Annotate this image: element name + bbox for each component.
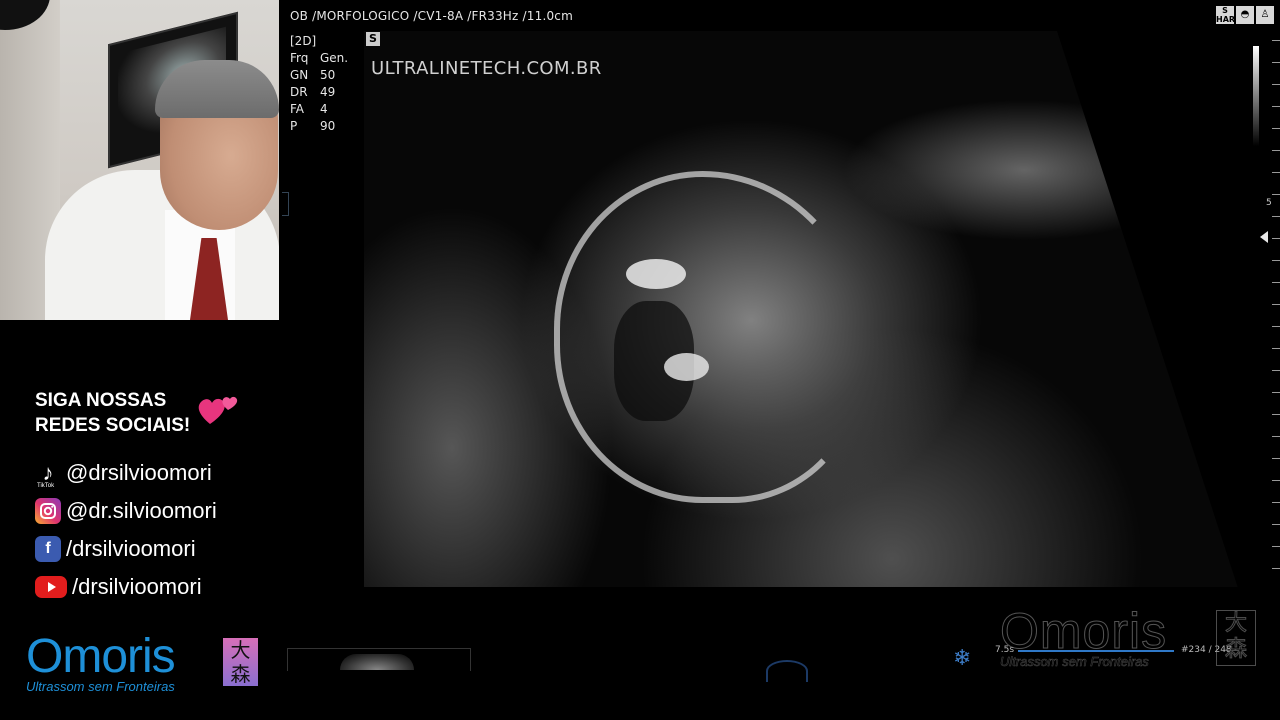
omoris-watermark-logo: Omoris 大森 Ultrassom sem Fronteiras <box>999 603 1260 672</box>
param-row: P 90 <box>290 119 336 133</box>
facebook-handle: /drsilvioomori <box>66 536 196 561</box>
instagram-icon <box>35 498 61 524</box>
harmonic-icon: S HAR <box>1216 6 1236 24</box>
tiktok-handle: @drsilvioomori <box>66 460 212 485</box>
instagram-link[interactable]: @dr.silvioomori <box>35 496 217 526</box>
logo-tagline: Ultrassom sem Fronteiras <box>26 679 175 694</box>
sector-edge <box>1044 31 1244 587</box>
person-icon: ♙ <box>1256 6 1274 24</box>
watermark-wordmark: Omoris <box>999 603 1168 659</box>
tiktok-caption: TikTok <box>37 483 55 489</box>
watermark-kanji: 大森 <box>1216 610 1256 666</box>
scan-status-line: OB /MORFOLOGICO /CV1-8A /FR33Hz /11.0cm <box>290 9 573 23</box>
left-panel: SIGA NOSSAS REDES SOCIAIS! ♪ @drsilvioom… <box>0 0 280 720</box>
omoris-logo: Omoris 大森 Ultrassom sem Fronteiras <box>26 630 262 694</box>
thumbnail-image <box>340 654 414 670</box>
grayscale-bar <box>1253 46 1259 146</box>
facebook-icon: f <box>35 536 61 562</box>
hearts-icon <box>198 396 238 424</box>
param-row: GN 50 <box>290 68 336 82</box>
depth-label: 5 <box>1266 198 1272 208</box>
orientation-marker: S <box>366 32 380 46</box>
instagram-handle: @dr.silvioomori <box>66 498 217 523</box>
freeze-snowflake-icon[interactable]: ❄ <box>953 646 971 671</box>
depth-scale <box>1272 40 1280 580</box>
logo-wordmark: Omoris <box>26 630 176 683</box>
facebook-link[interactable]: f /drsilvioomori <box>35 534 196 564</box>
cine-dial <box>766 660 808 682</box>
social-title-line1: SIGA NOSSAS <box>35 390 167 411</box>
logo-kanji: 大森 <box>223 638 258 686</box>
youtube-link[interactable]: /drsilvioomori <box>35 572 202 602</box>
website-watermark: ULTRALINETECH.COM.BR <box>371 58 602 79</box>
probe-icon: ◓ <box>1236 6 1254 24</box>
social-title: SIGA NOSSAS REDES SOCIAIS! <box>35 388 215 438</box>
tiktok-link[interactable]: ♪ @drsilvioomori TikTok <box>35 458 212 489</box>
webcam-feed <box>0 0 279 320</box>
ultrasound-image <box>364 31 1244 587</box>
fetal-skull-echo <box>554 171 866 503</box>
param-row: DR 49 <box>290 85 336 99</box>
youtube-icon <box>35 576 67 598</box>
social-title-line2: REDES SOCIAIS! <box>35 415 191 436</box>
bright-echo <box>626 259 686 289</box>
imaging-mode: [2D] <box>290 34 317 48</box>
top-right-icons: S HAR ◓ ♙ <box>1216 6 1274 24</box>
bright-echo <box>664 353 709 381</box>
focus-marker-icon[interactable] <box>1260 231 1268 243</box>
youtube-handle: /drsilvioomori <box>72 574 202 599</box>
watermark-tagline: Ultrassom sem Fronteiras <box>1000 654 1149 670</box>
param-row: FA 4 <box>290 102 328 116</box>
param-row: Frq Gen. <box>290 51 349 65</box>
side-bracket <box>282 192 289 216</box>
scan-parameters: [2D] Frq Gen. GN 50 DR 49 FA 4 P 90 <box>290 33 348 135</box>
